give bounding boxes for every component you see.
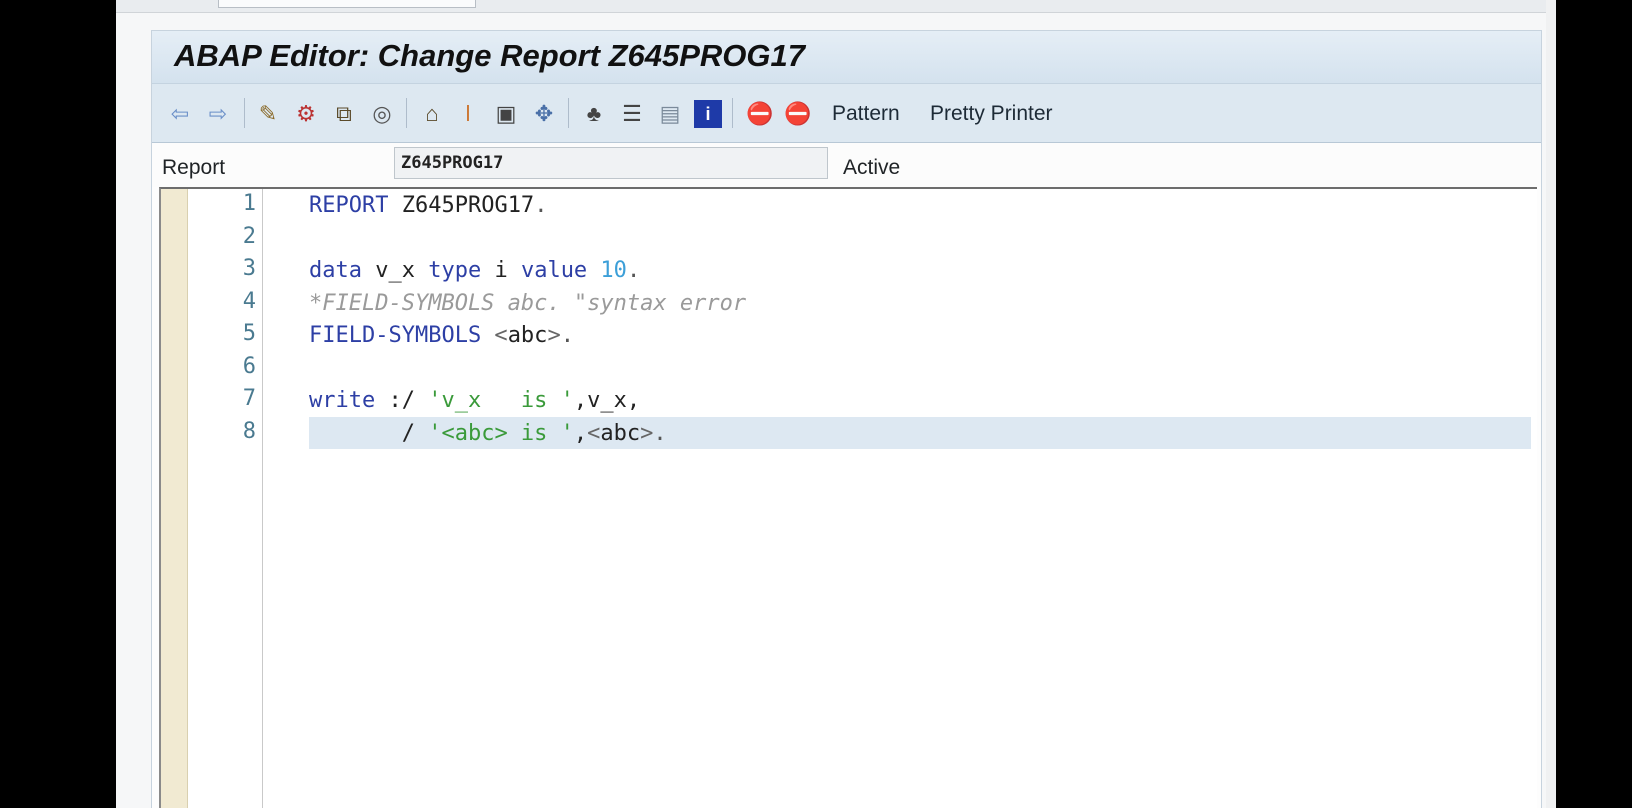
- code-token: >: [547, 323, 561, 348]
- code-token: write: [309, 388, 376, 413]
- code-token: Z645PROG17: [388, 193, 535, 218]
- activate-icon[interactable]: ⚙: [292, 100, 320, 128]
- toolbar-separator: [406, 98, 407, 128]
- code-token: >: [640, 420, 654, 446]
- breakpoint-icon[interactable]: ǀ: [454, 100, 482, 128]
- display-change-icon[interactable]: ▣: [492, 100, 520, 128]
- code-token: data: [309, 258, 362, 283]
- screen-icon[interactable]: ▤: [656, 100, 684, 128]
- code-line[interactable]: REPORT Z645PROG17.: [309, 191, 547, 221]
- toolbar-separator: [568, 98, 569, 128]
- code-token: <: [481, 323, 508, 348]
- code-token: .: [626, 258, 641, 283]
- code-token: /: [309, 420, 429, 446]
- code-token: ,: [573, 420, 588, 446]
- hierarchy-icon[interactable]: ♣: [580, 100, 608, 128]
- code-token: <: [587, 420, 601, 446]
- check-syntax-icon[interactable]: ✎: [254, 100, 282, 128]
- code-token: ,v_x,: [573, 388, 641, 413]
- toolbar-separator: [732, 98, 733, 128]
- code-token: :/: [375, 388, 429, 413]
- code-token: .: [534, 193, 548, 218]
- code-token: v_x: [361, 258, 429, 283]
- navigation-icon[interactable]: ✥: [530, 100, 558, 128]
- status-label: Active: [843, 156, 901, 179]
- code-token: 10: [587, 258, 627, 283]
- code-token: *FIELD-SYMBOLS abc. "syntax error: [309, 290, 747, 316]
- abap-editor-window: ABAP Editor: Change Report Z645PROG17 ⇦ …: [151, 30, 1542, 808]
- report-label: Report: [162, 156, 226, 179]
- report-header-row: Report Z645PROG17 Active: [152, 143, 1541, 187]
- command-field[interactable]: [218, 0, 476, 8]
- code-token: abc: [507, 323, 548, 348]
- line-number: 4: [242, 288, 256, 314]
- report-name-field[interactable]: Z645PROG17: [394, 147, 828, 179]
- title-bar: ABAP Editor: Change Report Z645PROG17: [152, 31, 1541, 84]
- code-token: .: [653, 420, 667, 446]
- line-number: 3: [242, 256, 256, 281]
- top-strip: [116, 0, 1556, 13]
- line-number: 6: [242, 353, 256, 379]
- code-token: abc: [600, 420, 641, 446]
- code-token: type: [428, 258, 482, 283]
- code-token: .: [560, 323, 574, 348]
- window-title: ABAP Editor: Change Report Z645PROG17: [174, 38, 806, 73]
- line-number: 2: [242, 223, 256, 249]
- code-token: value: [520, 258, 588, 283]
- code-editor[interactable]: 12345678 REPORT Z645PROG17. data v_x type…: [159, 187, 1537, 808]
- pretty-printer-button[interactable]: Pretty Printer: [930, 102, 1053, 126]
- toolbar-separator: [244, 98, 245, 128]
- code-token: 'v_x is ': [428, 388, 574, 413]
- right-border: [1546, 0, 1556, 808]
- line-number: 1: [242, 191, 256, 216]
- line-number-column: 1 2 3 4 5 6 7 8: [188, 189, 263, 808]
- code-token: i: [481, 258, 521, 283]
- info-icon[interactable]: i: [694, 100, 722, 128]
- pattern-button[interactable]: Pattern: [832, 102, 900, 126]
- code-line[interactable]: write :/ 'v_x is ',v_x,: [309, 386, 640, 416]
- editor-gutter: [161, 189, 188, 808]
- line-number: 8: [242, 418, 256, 444]
- where-used-icon[interactable]: ⧉: [330, 100, 358, 128]
- application-toolbar: ⇦ ⇨ ✎ ⚙ ⧉ ◎ ⌂ ǀ ▣ ✥ ♣ ☰ ▤ i ⛔ ⛔ Pattern …: [152, 84, 1541, 143]
- display-object-icon[interactable]: ⌂: [418, 100, 446, 128]
- code-line[interactable]: data v_x type i value 10.: [309, 256, 640, 286]
- code-line[interactable]: FIELD-SYMBOLS <abc>.: [309, 321, 574, 351]
- line-number: 5: [242, 321, 256, 346]
- stop-session-icon[interactable]: ⛔: [784, 100, 812, 128]
- code-line[interactable]: *FIELD-SYMBOLS abc. "syntax error: [309, 289, 746, 319]
- code-token: FIELD-SYMBOLS: [309, 323, 482, 348]
- code-token: '<abc> is ': [428, 420, 574, 446]
- code-token: REPORT: [309, 193, 389, 218]
- code-line[interactable]: / '<abc> is ',<abc>.: [309, 419, 667, 449]
- forward-arrow-icon[interactable]: ⇨: [204, 100, 232, 128]
- object-list-icon[interactable]: ◎: [368, 100, 396, 128]
- sap-screen: ABAP Editor: Change Report Z645PROG17 ⇦ …: [116, 0, 1556, 808]
- stop-icon[interactable]: ⛔: [746, 100, 774, 128]
- line-number: 7: [242, 386, 256, 411]
- layout-icon[interactable]: ☰: [618, 100, 646, 128]
- back-arrow-icon[interactable]: ⇦: [166, 100, 194, 128]
